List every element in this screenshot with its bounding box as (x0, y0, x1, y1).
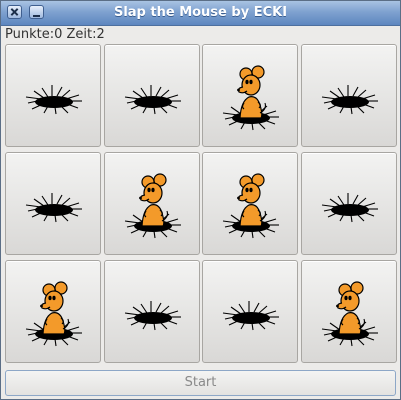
mouse-icon (25, 281, 82, 347)
board-cell-hole[interactable] (202, 260, 298, 363)
board-cell-mouse[interactable] (202, 44, 298, 147)
game-window: Slap the Mouse by ECKI Punkte:0 Zeit:2 S… (0, 0, 401, 400)
board-cell-hole[interactable] (5, 44, 101, 147)
hole-icon (25, 85, 82, 115)
board-cell-mouse[interactable] (104, 152, 200, 255)
hole-icon (222, 301, 279, 331)
hole-icon (124, 85, 181, 115)
board-cell-hole[interactable] (301, 152, 397, 255)
title-bar: Slap the Mouse by ECKI (1, 1, 400, 26)
mouse-icon (222, 173, 279, 239)
mouse-icon (124, 173, 181, 239)
start-button[interactable]: Start (5, 370, 396, 396)
hole-icon (124, 301, 181, 331)
board-cell-mouse[interactable] (5, 260, 101, 363)
hole-icon (321, 85, 378, 115)
board-cell-hole[interactable] (104, 44, 200, 147)
mouse-icon (321, 281, 378, 347)
mouse-icon (222, 65, 279, 131)
board-cell-hole[interactable] (5, 152, 101, 255)
game-board (5, 44, 398, 366)
board-cell-mouse[interactable] (202, 152, 298, 255)
hole-icon (25, 193, 82, 223)
board-cell-hole[interactable] (301, 44, 397, 147)
window-title: Slap the Mouse by ECKI (113, 5, 288, 20)
board-cell-mouse[interactable] (301, 260, 397, 363)
hole-icon (321, 193, 378, 223)
board-cell-hole[interactable] (104, 260, 200, 363)
score-time-label: Punkte:0 Zeit:2 (5, 27, 105, 42)
